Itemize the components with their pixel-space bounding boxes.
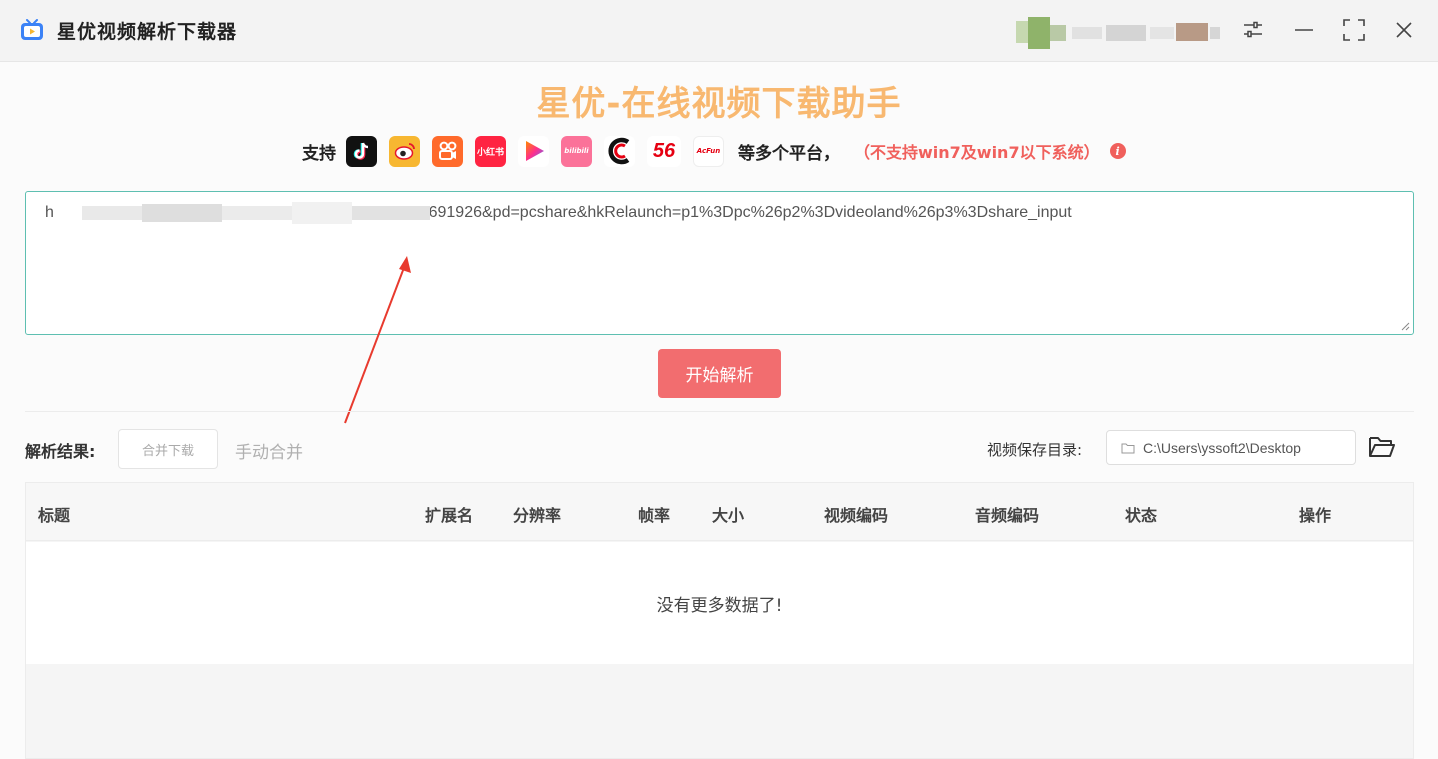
user-account-area[interactable] <box>1016 17 1220 49</box>
app-logo-icon <box>21 19 43 40</box>
bilibili-icon-text: bilibili <box>564 147 589 155</box>
start-parse-button[interactable]: 开始解析 <box>658 349 781 398</box>
app-title: 星优视频解析下载器 <box>57 21 238 43</box>
url-text: 700691926&pd=pcshare&hkRelaunch=p1%3Dpc%… <box>401 204 1072 221</box>
save-directory-label: 视频保存目录: <box>987 441 1083 459</box>
xiaohongshu-icon-text: 小红书 <box>476 147 504 158</box>
kuaishou-icon <box>432 135 463 167</box>
hero-title: 星优-在线视频下载助手 <box>536 84 902 124</box>
maximize-icon <box>1343 19 1365 41</box>
video-play-icon <box>518 135 549 167</box>
column-status: 状态 <box>1125 506 1158 525</box>
56-icon-text: 56 <box>652 139 676 162</box>
sliders-icon <box>1244 21 1262 38</box>
section-divider <box>25 411 1414 412</box>
column-audio-codec: 音频编码 <box>975 506 1040 525</box>
redacted-url-part <box>82 202 430 226</box>
column-extension: 扩展名 <box>425 506 474 525</box>
merge-download-button[interactable]: 合并下载 <box>118 429 218 469</box>
empty-table-message: 没有更多数据了! <box>26 542 1413 664</box>
weibo-icon <box>389 135 420 167</box>
supported-platforms: 支持 小红书 bilibili 56 AcFun 等多个平台， （不支持win7… <box>302 134 1126 168</box>
main-content: 星优-在线视频下载助手 支持 小红书 bilibili 56 AcFun 等多个… <box>0 62 1438 759</box>
info-icon[interactable]: i <box>1109 143 1126 159</box>
settings-button[interactable] <box>1238 15 1268 45</box>
folder-icon <box>1121 443 1135 453</box>
minimize-icon <box>1295 29 1313 31</box>
save-directory-field[interactable]: C:\Users\yssoft2\Desktop <box>1106 430 1356 465</box>
column-actions: 操作 <box>1299 506 1332 525</box>
close-icon <box>1396 22 1412 38</box>
column-video-codec: 视频编码 <box>824 506 889 525</box>
system-warning-text: （不支持win7及win7以下系统） <box>854 143 1100 162</box>
folder-open-icon[interactable] <box>1368 434 1396 460</box>
table-header: 标题 扩展名 分辨率 帧率 大小 视频编码 音频编码 状态 操作 <box>26 483 1413 541</box>
xiaohongshu-icon: 小红书 <box>475 135 506 167</box>
url-input[interactable]: h 700691926&pd=pcshare&hkRelaunch=p1%3Dpc… <box>25 191 1414 335</box>
title-bar: 星优视频解析下载器 <box>0 0 1438 62</box>
support-label: 支持 <box>302 143 336 164</box>
cctv-icon <box>604 135 635 167</box>
more-platforms-text: 等多个平台， <box>738 143 840 164</box>
maximize-button[interactable] <box>1339 15 1369 45</box>
douyin-icon <box>346 135 377 167</box>
56-icon: 56 <box>647 135 681 167</box>
close-button[interactable] <box>1389 15 1419 45</box>
acfun-icon-text: AcFun <box>696 147 721 155</box>
column-resolution: 分辨率 <box>513 506 562 525</box>
bilibili-icon: bilibili <box>561 135 592 167</box>
resize-grip-icon[interactable] <box>1400 321 1410 331</box>
column-title: 标题 <box>38 506 71 525</box>
results-label: 解析结果: <box>25 442 96 461</box>
acfun-icon: AcFun <box>693 135 724 167</box>
manual-merge-link[interactable]: 手动合并 <box>235 438 303 463</box>
save-directory-path: C:\Users\yssoft2\Desktop <box>1143 439 1301 456</box>
column-framerate: 帧率 <box>638 506 671 525</box>
results-table: 标题 扩展名 分辨率 帧率 大小 视频编码 音频编码 状态 操作 没有更多数据了… <box>25 482 1414 759</box>
minimize-button[interactable] <box>1289 15 1319 45</box>
url-prefix: h <box>45 204 54 221</box>
column-size: 大小 <box>712 506 745 525</box>
